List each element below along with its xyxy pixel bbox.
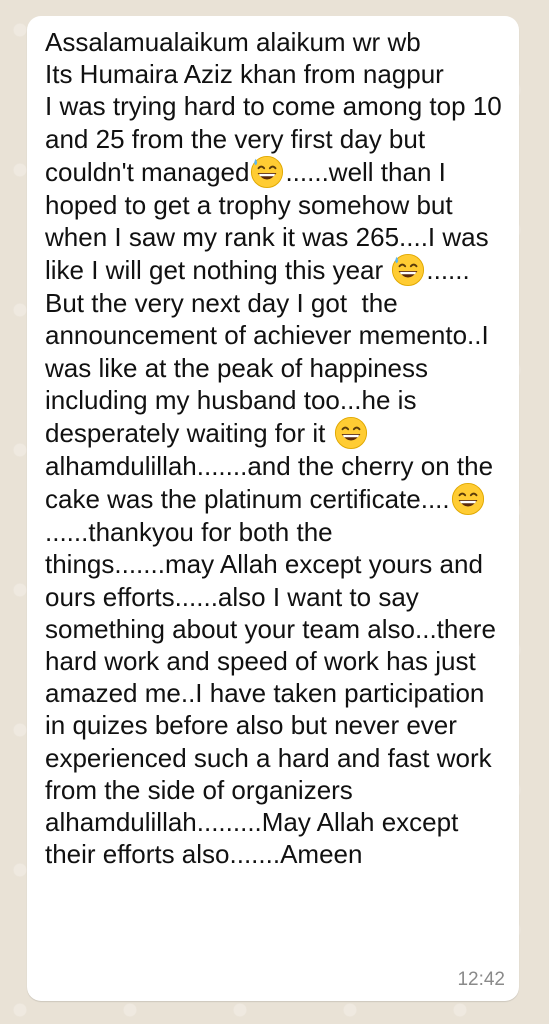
grinning-smile-emoji bbox=[451, 483, 484, 516]
grinning-sweat-emoji bbox=[392, 254, 425, 287]
message-text-segment: alhamdulillah.......and the cherry on th… bbox=[45, 451, 501, 515]
message-bubble[interactable]: Assalamualaikum alaikum wr wb Its Humair… bbox=[27, 16, 519, 1001]
message-timestamp: 12:42 bbox=[457, 969, 505, 990]
message-text: Assalamualaikum alaikum wr wb Its Humair… bbox=[45, 26, 507, 870]
grinning-sweat-emoji bbox=[251, 155, 284, 188]
grinning-smile-emoji bbox=[334, 416, 367, 450]
message-text-segment: ......thankyou for both the things......… bbox=[45, 517, 504, 870]
